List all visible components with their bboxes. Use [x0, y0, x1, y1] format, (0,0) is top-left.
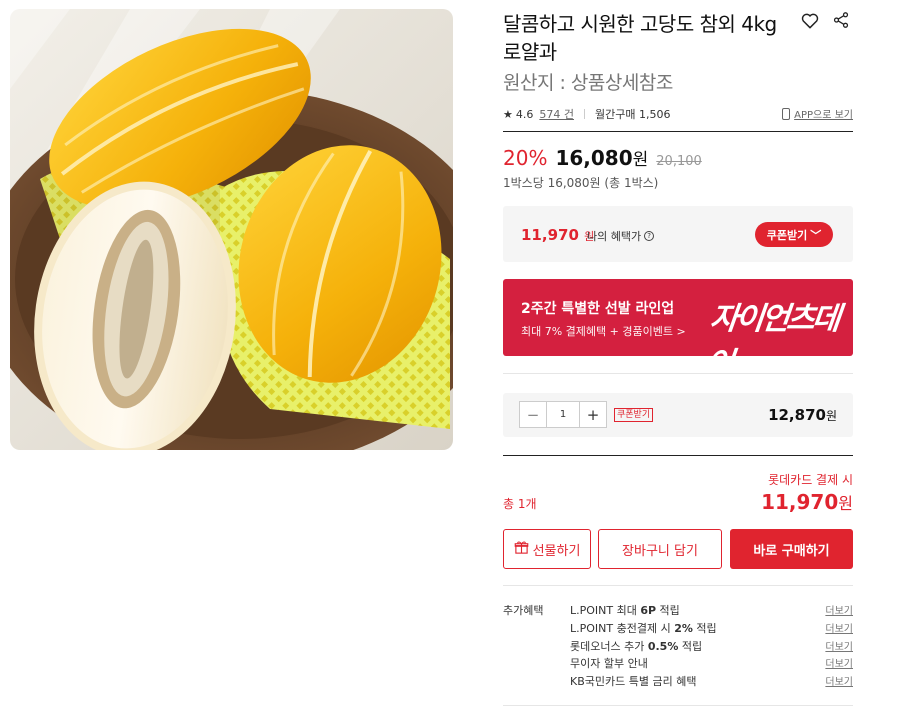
gift-button-label: 선물하기: [532, 543, 581, 559]
extra-benefits-label: 추가혜택: [503, 604, 544, 617]
option-coupon-button[interactable]: 쿠폰받기: [614, 408, 654, 422]
coupon-download-button[interactable]: 쿠폰받기 ﹀: [755, 222, 833, 247]
quantity-value[interactable]: 1: [546, 402, 580, 427]
promo-banner[interactable]: 2주간 특별한 선발 라인업 최대 7% 결제혜택 + 경품이벤트 > 자이언츠…: [503, 279, 853, 356]
more-link[interactable]: 더보기: [825, 655, 853, 670]
extra-benefit-item: L.POINT 최대 6P 적립 더보기: [570, 602, 853, 618]
benefit-text: 적립: [656, 604, 680, 617]
monthly-purchases: 월간구매 1,506: [595, 108, 671, 121]
option-price-unit: 원: [825, 409, 837, 423]
benefit-label: 나의 혜택가 ?: [587, 228, 655, 244]
benefit-price-box: 11,970 원 나의 혜택가 ? 쿠폰받기 ﹀: [503, 206, 853, 262]
benefit-text: 롯데오너스 추가: [570, 640, 648, 653]
banner-subtitle: 최대 7% 결제혜택 + 경품이벤트 >: [521, 325, 686, 338]
extra-benefit-item: 롯데오너스 추가 0.5% 적립 더보기: [570, 638, 853, 654]
extra-benefit-item: 무이자 할부 안내 더보기: [570, 655, 853, 671]
extra-benefit-text: L.POINT 충전결제 시 2% 적립: [570, 622, 717, 635]
option-price: 12,870원: [768, 406, 837, 424]
benefit-text: L.POINT 최대: [570, 604, 641, 617]
phone-icon: [782, 107, 791, 120]
buy-now-button[interactable]: 바로 구매하기: [730, 529, 853, 569]
extra-benefit-item: KB국민카드 특별 금리 혜택 더보기: [570, 673, 853, 689]
benefit-label-text: 나의 혜택가: [587, 230, 642, 243]
card-discount-label: 롯데카드 결제 시: [768, 473, 853, 487]
coupon-download-label: 쿠폰받기: [766, 228, 808, 242]
benefit-highlight: 0.5%: [647, 640, 679, 653]
quantity-increase-button[interactable]: +: [580, 402, 606, 427]
chevron-down-icon: ﹀: [810, 228, 822, 242]
more-link[interactable]: 더보기: [825, 620, 853, 635]
extra-benefit-text: KB국민카드 특별 금리 혜택: [570, 675, 696, 688]
sale-price: 16,080원: [555, 145, 648, 170]
divider: [503, 373, 853, 374]
benefit-text: 무이자 할부 안내: [570, 657, 648, 670]
benefit-text: 적립: [692, 622, 717, 635]
rating-score: 4.6: [515, 107, 534, 121]
more-link[interactable]: 더보기: [825, 638, 853, 653]
quantity-decrease-button[interactable]: −: [520, 402, 546, 427]
sale-price-value: 16,080: [555, 146, 633, 170]
banner-brand-logo: 자이언츠데이: [703, 301, 840, 356]
benefit-price: 11,970 원: [521, 226, 594, 244]
benefit-price-value: 11,970: [521, 226, 579, 244]
total-price-value: 11,970: [761, 490, 839, 514]
product-title: 달콤하고 시원한 고당도 참외 4kg 로얄과: [503, 12, 777, 64]
benefit-text: KB국민카드 특별 금리 혜택: [570, 675, 697, 688]
product-origin: 원산지 : 상품상세참조: [503, 72, 673, 94]
discount-rate: 20%: [503, 146, 548, 170]
melon-illustration: [10, 9, 453, 450]
gift-button[interactable]: 선물하기: [503, 529, 591, 569]
original-price: 20,100: [656, 154, 702, 169]
more-link[interactable]: 더보기: [825, 673, 853, 688]
more-link[interactable]: 더보기: [825, 602, 853, 617]
extra-benefit-text: L.POINT 최대 6P 적립: [570, 604, 680, 617]
price-row: 20% 16,080원 20,100: [503, 145, 702, 170]
quantity-box: − 1 + 쿠폰받기 12,870원: [503, 393, 853, 437]
add-to-cart-button[interactable]: 장바구니 담기: [598, 529, 722, 569]
product-image: [10, 9, 453, 450]
divider: [503, 455, 853, 456]
question-icon[interactable]: ?: [644, 231, 655, 241]
extra-benefit-item: L.POINT 충전결제 시 2% 적립 더보기: [570, 620, 853, 636]
review-count-link[interactable]: 574 건: [539, 106, 574, 122]
gift-icon: [514, 540, 529, 559]
quantity-stepper: − 1 +: [519, 401, 607, 428]
unit-price: 1박스당 16,080원 (총 1박스): [503, 176, 659, 190]
extra-benefit-text: 무이자 할부 안내: [570, 657, 648, 670]
extra-benefit-text: 롯데오너스 추가 0.5% 적립: [570, 640, 702, 653]
benefit-highlight: 6P: [640, 604, 657, 617]
option-price-value: 12,870: [768, 406, 826, 424]
benefit-text: 적립: [678, 640, 703, 653]
app-view-link[interactable]: APP으로 보기: [782, 106, 853, 121]
rating-row: ★ 4.6 574 건 월간구매 1,506 APP으로 보기: [503, 106, 853, 122]
star-icon: ★: [503, 107, 513, 121]
total-count: 총 1개: [503, 497, 537, 511]
divider: [503, 585, 853, 586]
divider: [584, 109, 585, 119]
share-icon[interactable]: [832, 11, 852, 31]
total-price-unit: 원: [838, 494, 853, 513]
app-view-label: APP으로 보기: [794, 110, 853, 121]
benefit-highlight: 2%: [674, 622, 693, 635]
divider: [503, 131, 853, 132]
total-price: 11,970원: [761, 490, 853, 514]
sale-price-unit: 원: [632, 150, 649, 170]
divider: [503, 705, 853, 706]
banner-title: 2주간 특별한 선발 라인업: [521, 301, 675, 317]
product-actions: [800, 10, 855, 32]
benefit-text: L.POINT 충전결제 시: [570, 622, 675, 635]
heart-icon[interactable]: [800, 11, 820, 31]
